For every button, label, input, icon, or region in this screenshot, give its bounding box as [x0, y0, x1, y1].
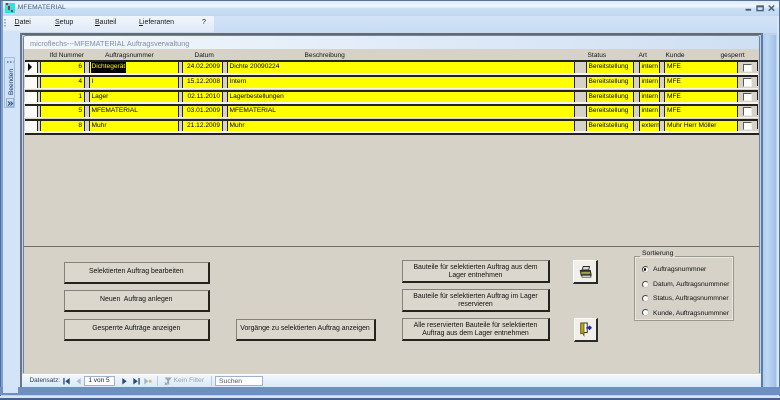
svg-text:Beenden: Beenden	[8, 69, 15, 95]
